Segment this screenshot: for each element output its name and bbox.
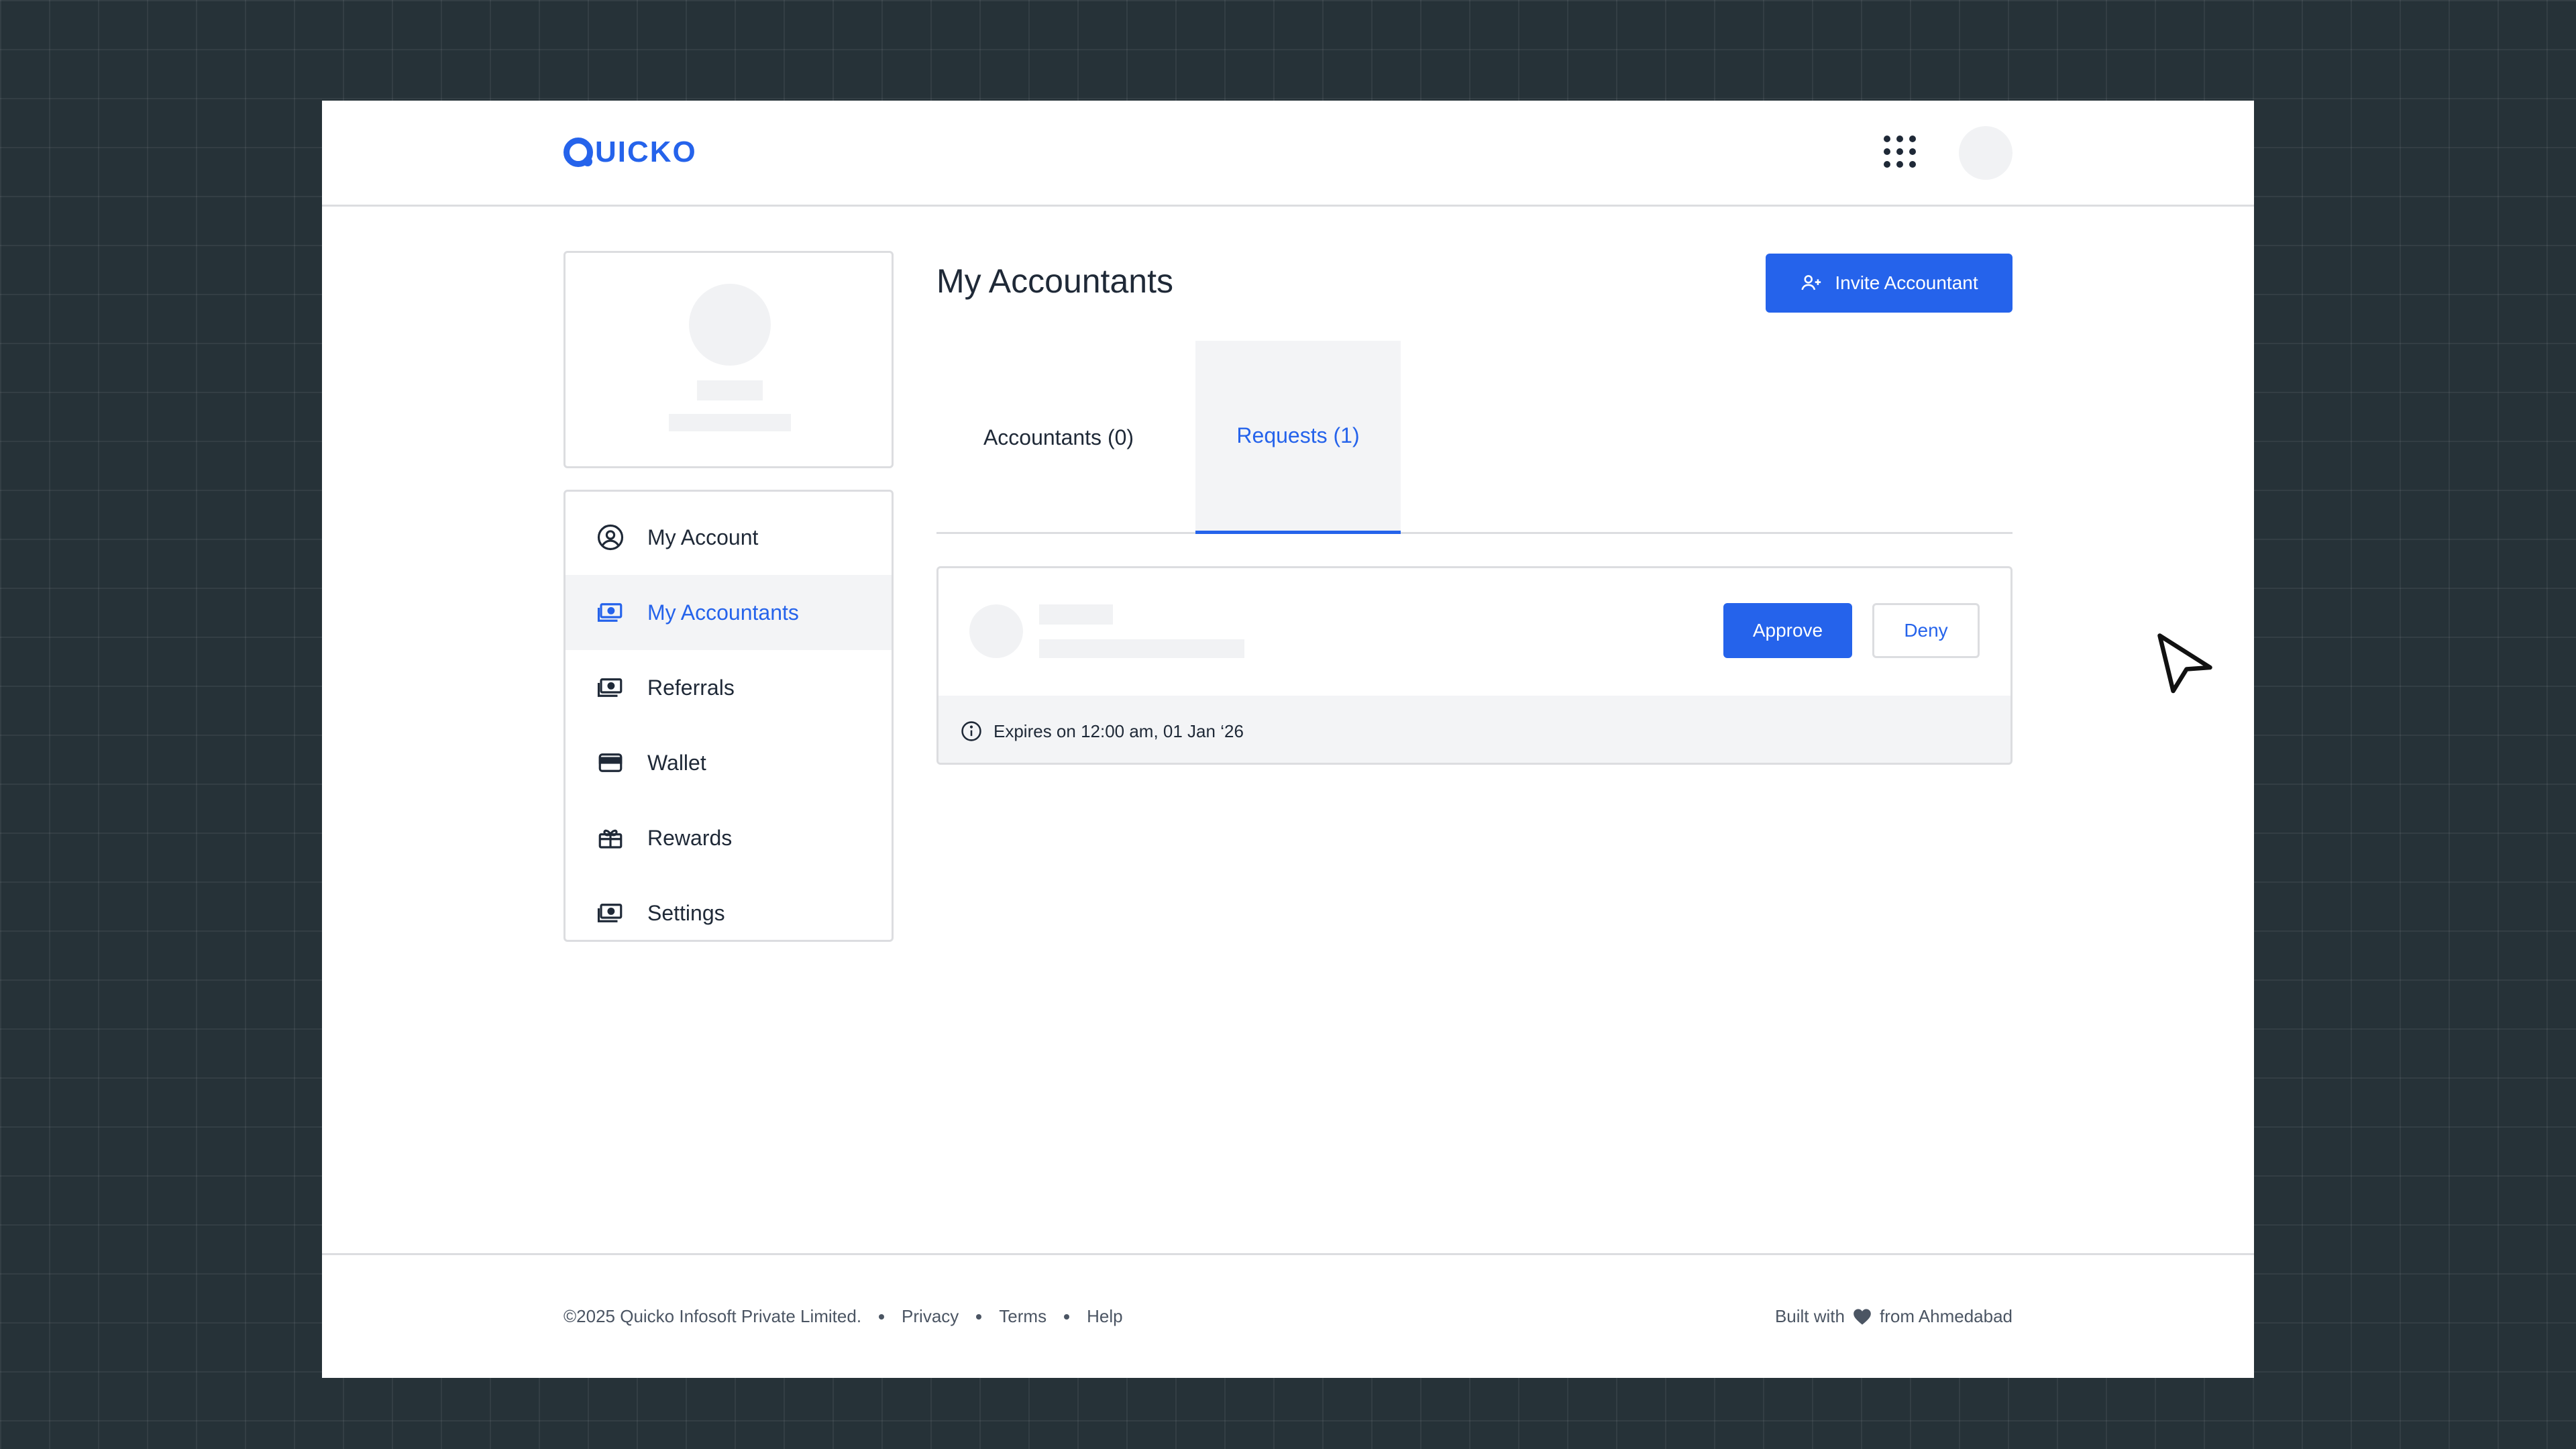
profile-card [564, 251, 894, 468]
banknote-icon [596, 674, 625, 702]
from-ahmedabad-text: from Ahmedabad [1879, 1306, 2012, 1326]
profile-name-skeleton [697, 380, 763, 400]
heart-icon [1854, 1308, 1871, 1325]
terms-link[interactable]: Terms [999, 1306, 1046, 1327]
separator-dot [976, 1313, 982, 1320]
page-title: My Accountants [936, 262, 1173, 300]
banknote-icon [596, 598, 625, 627]
avatar[interactable] [1959, 126, 2012, 180]
mouse-pointer-icon [2157, 633, 2212, 694]
profile-avatar-skeleton [689, 284, 771, 366]
expiry-text: Expires on 12:00 am, 01 Jan ‘26 [994, 720, 1244, 741]
top-header: UICKO [322, 101, 2254, 207]
sidebar-nav: My Account My Accountants Referrals Wall… [564, 490, 894, 942]
sidebar-item-label: Rewards [647, 825, 733, 850]
tab-requests[interactable]: Requests (1) [1195, 341, 1401, 534]
apps-grid-icon[interactable] [1884, 136, 1916, 168]
expiry-info: Expires on 12:00 am, 01 Jan ‘26 [938, 696, 2010, 763]
approve-button[interactable]: Approve [1723, 603, 1852, 658]
privacy-link[interactable]: Privacy [902, 1306, 959, 1327]
separator-dot [879, 1313, 885, 1320]
built-with-text: Built with [1774, 1306, 1845, 1326]
logo-text: UICKO [595, 136, 697, 168]
sidebar-item-label: Settings [647, 900, 725, 925]
sidebar-item-my-account[interactable]: My Account [566, 500, 892, 575]
wallet-icon [596, 749, 625, 777]
tab-bar: Accountants (0) Requests (1) [936, 341, 2012, 534]
sidebar-item-label: My Accountants [647, 600, 799, 625]
info-icon [961, 721, 981, 741]
gift-icon [596, 824, 625, 852]
sidebar-item-wallet[interactable]: Wallet [566, 725, 892, 800]
banknote-icon [596, 899, 625, 927]
deny-button[interactable]: Deny [1872, 603, 1980, 658]
sidebar-item-label: Wallet [647, 750, 706, 775]
quicko-logo[interactable]: UICKO [564, 136, 697, 169]
tab-accountants[interactable]: Accountants (0) [936, 341, 1181, 534]
requester-name-skeleton [1039, 604, 1113, 625]
sidebar-item-rewards[interactable]: Rewards [566, 800, 892, 875]
requester-email-skeleton [1039, 639, 1244, 658]
sidebar-item-label: Referrals [647, 675, 735, 700]
profile-email-skeleton [669, 414, 791, 431]
sidebar-item-my-accountants[interactable]: My Accountants [566, 575, 892, 650]
sidebar-item-settings[interactable]: Settings [566, 875, 892, 951]
sidebar-item-label: My Account [647, 525, 759, 549]
copyright-text: ©2025 Quicko Infosoft Private Limited. [564, 1306, 862, 1326]
help-link[interactable]: Help [1087, 1306, 1122, 1327]
separator-dot [1064, 1313, 1070, 1320]
sidebar-item-referrals[interactable]: Referrals [566, 650, 892, 725]
app-window: UICKO My Account My Accountants Referral… [322, 101, 2254, 1378]
requester-avatar-skeleton [969, 604, 1023, 658]
user-circle-icon [596, 523, 625, 551]
invite-accountant-button[interactable]: Invite Accountant [1766, 254, 2012, 313]
logo-q-mark [564, 138, 593, 167]
request-card: Approve Deny Expires on 12:00 am, 01 Jan… [936, 566, 2012, 765]
invite-accountant-label: Invite Accountant [1835, 272, 1978, 293]
page-footer: ©2025 Quicko Infosoft Private Limited. P… [322, 1253, 2254, 1378]
add-user-icon [1801, 275, 1821, 290]
